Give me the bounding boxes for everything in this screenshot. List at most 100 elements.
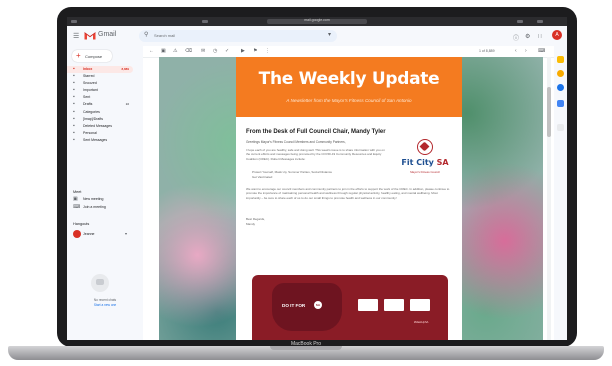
sidebar-item-deleted-messages[interactable]: ▪ Deleted Messages bbox=[67, 123, 133, 130]
newsletter-signoff: Best Regards, bbox=[246, 217, 266, 221]
video-icon: ▣ bbox=[73, 196, 78, 202]
do-it-for-sa-banner[interactable]: DO IT FOR SA #MaskUpSA bbox=[252, 275, 448, 340]
label-icon: ▪ bbox=[73, 130, 75, 136]
calendar-icon[interactable] bbox=[557, 56, 564, 63]
start-chat-link[interactable]: Start a new one bbox=[73, 303, 137, 307]
more-options-icon[interactable]: ⋮ bbox=[265, 48, 270, 54]
label-icon: ▪ bbox=[73, 137, 75, 143]
address-text: mail.google.com bbox=[304, 18, 330, 22]
logo-text: Fit City SA bbox=[401, 158, 449, 167]
sidebar-item-label: Important bbox=[83, 88, 98, 92]
sidebar-item-count: 10 bbox=[125, 102, 129, 106]
search-input[interactable]: ⚲ Search mail ▾ bbox=[139, 30, 337, 42]
gmail-logo-icon[interactable] bbox=[84, 31, 96, 40]
sidebar-item-label: [Imap]/Drafts bbox=[83, 117, 104, 121]
banner-badge: SA bbox=[314, 301, 322, 309]
window-control-icon[interactable] bbox=[71, 20, 77, 23]
newsletter-paragraph: I hope each of you are healthy, safe and… bbox=[246, 148, 385, 161]
sidebar-item-label: Snoozed bbox=[83, 81, 97, 85]
draft-icon: ▪ bbox=[73, 101, 75, 107]
side-panel bbox=[554, 46, 567, 340]
snooze-icon[interactable]: ◷ bbox=[213, 48, 217, 54]
inbox-icon: ▪ bbox=[73, 66, 75, 72]
address-bar[interactable]: mail.google.com bbox=[267, 18, 367, 24]
apps-grid-icon[interactable]: ∷ bbox=[538, 33, 542, 40]
report-spam-icon[interactable]: ⚠ bbox=[173, 48, 177, 54]
hangouts-avatar[interactable] bbox=[73, 230, 81, 238]
sidebar-item-label: Starred bbox=[83, 74, 95, 78]
email-body: The Weekly Update A Newsletter from the … bbox=[159, 57, 543, 340]
delete-icon[interactable]: ⌫ bbox=[185, 48, 192, 54]
add-task-icon[interactable]: ✓ bbox=[225, 48, 229, 54]
meet-new-meeting[interactable]: ▣ New meeting bbox=[67, 196, 133, 203]
sidebar-item-inbox[interactable]: ▪ Inbox 8,889 bbox=[67, 66, 133, 73]
move-to-icon[interactable]: ▶ bbox=[241, 48, 245, 54]
label-important-icon: ▪ bbox=[73, 87, 75, 93]
scrollbar-thumb[interactable] bbox=[547, 87, 551, 137]
prev-message-icon[interactable]: ‹ bbox=[515, 48, 517, 54]
chat-illustration-icon bbox=[91, 274, 109, 292]
sidebar-item-snoozed[interactable]: ▪ Snoozed bbox=[67, 80, 133, 87]
send-icon: ▪ bbox=[73, 94, 75, 100]
sidebar-item-drafts[interactable]: ▪ Drafts 10 bbox=[67, 101, 133, 108]
hangouts-heading: Hangouts bbox=[73, 222, 90, 226]
archive-icon[interactable]: ▣ bbox=[161, 48, 166, 54]
sidebar-item-sent[interactable]: ▪ Sent bbox=[67, 94, 133, 101]
scrollbar[interactable] bbox=[547, 57, 551, 340]
newsletter-title: The Weekly Update bbox=[258, 69, 440, 89]
chevron-down-icon[interactable]: ▾ bbox=[125, 231, 127, 236]
label-icon[interactable]: ⚑ bbox=[253, 48, 257, 54]
compose-plus-icon: + bbox=[76, 51, 81, 60]
compose-button[interactable]: + Compose bbox=[72, 50, 112, 62]
compose-label: Compose bbox=[85, 54, 103, 59]
help-icon[interactable]: ⓘ bbox=[513, 33, 519, 42]
screen: mail.google.com ☰ Gmail ⚲ Search mail ▾ … bbox=[67, 17, 567, 340]
contacts-icon[interactable] bbox=[557, 100, 564, 107]
heart-diamond-icon bbox=[417, 139, 433, 155]
meet-join-meeting[interactable]: ⌨ Join a meeting bbox=[67, 204, 133, 211]
fit-city-sa-logo[interactable]: Fit City SA Mayor's Fitness Council bbox=[396, 139, 454, 189]
gmail-brand-text: Gmail bbox=[98, 31, 117, 38]
category-icon: ▪ bbox=[73, 109, 75, 115]
meet-heading: Meet bbox=[73, 190, 82, 194]
sidebar-item-important[interactable]: ▪ Important bbox=[67, 87, 133, 94]
tasks-icon[interactable] bbox=[557, 84, 564, 91]
newsletter-signature: Mandy bbox=[246, 222, 256, 226]
tab-icon[interactable] bbox=[202, 20, 208, 23]
keep-icon[interactable] bbox=[557, 70, 564, 77]
partner-logo bbox=[384, 299, 404, 311]
sidebar-item-personal[interactable]: ▪ Personal bbox=[67, 130, 133, 137]
no-chats-text: No recent chats bbox=[93, 298, 117, 302]
partner-logo bbox=[358, 299, 378, 311]
newsletter-greeting: Greetings Mayor's Fitness Council Member… bbox=[246, 140, 346, 144]
settings-gear-icon[interactable]: ⚙ bbox=[525, 33, 530, 40]
sidebar-item-starred[interactable]: ▪ Starred bbox=[67, 73, 133, 80]
sidebar-item-categories[interactable]: ▪ Categories bbox=[67, 109, 133, 116]
sidebar-item-count: 8,889 bbox=[121, 67, 129, 71]
sidebar-item-label: Drafts bbox=[83, 102, 93, 106]
next-message-icon[interactable]: › bbox=[525, 48, 527, 54]
extension-icon[interactable] bbox=[517, 20, 523, 23]
keyboard-lang-icon[interactable]: ⌨ bbox=[538, 48, 545, 54]
pager-text: 1 of 8,889 bbox=[479, 49, 495, 53]
hamburger-menu-icon[interactable]: ☰ bbox=[73, 32, 79, 40]
filter-icon[interactable]: ▾ bbox=[328, 31, 331, 38]
clock-icon: ▪ bbox=[73, 80, 75, 86]
account-avatar[interactable]: A bbox=[552, 30, 562, 40]
newsletter: The Weekly Update A Newsletter from the … bbox=[236, 57, 462, 340]
browser-menu-icon[interactable] bbox=[537, 20, 543, 23]
browser-tab-bar: mail.google.com bbox=[67, 17, 567, 26]
mark-unread-icon[interactable]: ✉ bbox=[201, 48, 205, 54]
search-icon[interactable]: ⚲ bbox=[144, 31, 148, 38]
sidebar-item-label: Personal bbox=[83, 131, 97, 135]
label-icon: ▪ bbox=[73, 123, 75, 129]
partner-logo bbox=[410, 299, 430, 311]
device-label: MacBook Pro bbox=[290, 341, 321, 347]
newsletter-bullet: Protect Yourself, Mask Up, Summer Partie… bbox=[252, 170, 333, 174]
add-addon-icon[interactable] bbox=[557, 124, 564, 131]
hangouts-username[interactable]: Jeanne bbox=[83, 232, 94, 236]
gmail-sidebar: + Compose ▪ Inbox 8,889 ▪ Starred ▪ Snoozed ▪ Im… bbox=[67, 46, 143, 340]
sidebar-item-sent-messages[interactable]: ▪ Sent Messages bbox=[67, 137, 133, 144]
back-arrow-icon[interactable]: ← bbox=[149, 48, 154, 54]
sidebar-item-imap-drafts[interactable]: ▪ [Imap]/Drafts bbox=[67, 116, 133, 123]
